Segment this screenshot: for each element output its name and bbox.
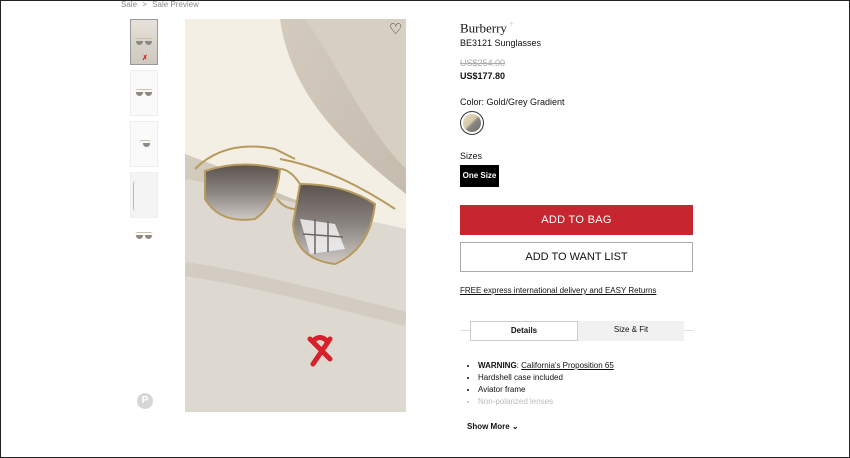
product-tabs: Details Size & Fit: [470, 321, 684, 341]
breadcrumb-separator: >: [142, 0, 147, 9]
color-swatch-gold-grey[interactable]: [460, 111, 484, 135]
breadcrumb: Sale > Sale Preview: [121, 0, 202, 9]
tab-size-fit[interactable]: Size & Fit: [578, 321, 684, 339]
heart-icon[interactable]: ♡: [389, 20, 402, 38]
prop65-link[interactable]: California's Proposition 65: [521, 361, 614, 370]
thumbnail-4[interactable]: [130, 172, 158, 218]
brand-name[interactable]: Burberry +: [460, 19, 514, 36]
sizes-label: Sizes: [460, 151, 483, 161]
list-item: Hardshell case included: [478, 372, 614, 384]
product-photo-illustration: [185, 19, 406, 412]
color-label: Color: Gold/Grey Gradient: [460, 97, 565, 107]
thumbnail-strip: ✗: [130, 19, 158, 250]
size-option-one-size[interactable]: One Size: [460, 165, 499, 187]
thumbnail-3[interactable]: [130, 121, 158, 167]
original-price: US$254.00: [460, 58, 506, 68]
tab-details[interactable]: Details: [470, 321, 578, 341]
breadcrumb-sale-preview[interactable]: Sale Preview: [152, 0, 199, 9]
list-item: Aviator frame: [478, 384, 614, 396]
add-to-want-list-button[interactable]: ADD TO WANT LIST: [460, 242, 693, 272]
thumbnail-5[interactable]: [130, 223, 158, 245]
add-to-bag-button[interactable]: ADD TO BAG: [460, 205, 693, 235]
thumbnail-1[interactable]: ✗: [130, 19, 158, 65]
thumbnail-2[interactable]: [130, 70, 158, 116]
logo-mark-icon: ✗: [142, 55, 148, 62]
pinterest-icon[interactable]: P: [137, 393, 153, 409]
chevron-down-icon: ⌄: [511, 422, 519, 431]
product-image: [185, 19, 406, 412]
brand-follow-icon[interactable]: +: [509, 19, 514, 29]
brand-label: Burberry: [460, 20, 507, 36]
list-item: WARNING: California's Proposition 65: [478, 360, 614, 372]
warning-label: WARNING: [478, 361, 517, 370]
show-more-label: Show More: [467, 422, 510, 431]
delivery-returns-link[interactable]: FREE express international delivery and …: [460, 286, 656, 295]
product-name: BE3121 Sunglasses: [460, 38, 542, 48]
breadcrumb-sale[interactable]: Sale: [121, 0, 137, 9]
page-frame: [0, 0, 850, 458]
list-item: Non-polarized lenses: [478, 396, 614, 408]
sale-price: US$177.80: [460, 71, 506, 81]
details-list: WARNING: California's Proposition 65 Har…: [467, 360, 614, 408]
show-more-button[interactable]: Show More ⌄: [467, 422, 519, 431]
